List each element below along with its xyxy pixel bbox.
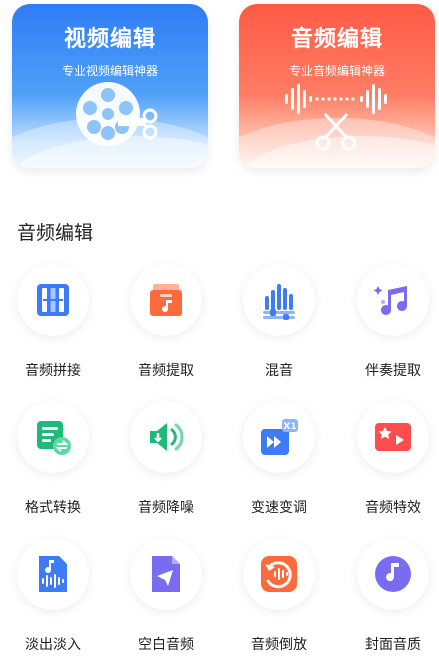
film-reel-scissors-icon: [12, 80, 208, 160]
tool-label: 音频特效: [365, 500, 421, 516]
tool-label: 音频提取: [138, 363, 194, 379]
tool-icon-circle: [357, 538, 429, 610]
tool-label: 音频降噪: [138, 500, 194, 516]
tool-format-convert[interactable]: 格式转换: [3, 401, 103, 521]
video-edit-card[interactable]: 视频编辑 专业视频编辑神器: [12, 4, 208, 168]
tool-label: 变速变调: [251, 500, 307, 516]
tool-fade[interactable]: 淡出淡入: [3, 538, 103, 658]
denoise-icon: [150, 423, 184, 451]
accompaniment-icon: [373, 286, 407, 315]
video-card-title: 视频编辑: [63, 27, 156, 52]
tool-label: 淡出淡入: [25, 637, 81, 653]
tool-cover-quality[interactable]: 封面音质: [343, 538, 439, 658]
speed-badge: X1: [283, 422, 296, 432]
tool-audio-denoise[interactable]: 音频降噪: [116, 401, 216, 521]
tool-label: 音频倒放: [251, 637, 307, 653]
section-title: 音频编辑: [17, 222, 94, 244]
tool-icon-circle: [243, 264, 315, 336]
audio-edit-card[interactable]: 音频编辑 专业音频编辑神器: [239, 4, 435, 168]
tool-icon-circle: [130, 401, 202, 473]
tool-mix[interactable]: 混音: [229, 264, 329, 384]
tool-icon-circle: [357, 401, 429, 473]
tool-icon-circle: [17, 538, 89, 610]
tool-audio-extract[interactable]: 音频提取: [116, 264, 216, 384]
waveform-scissors-icon: [239, 80, 435, 160]
blank-audio-icon: [152, 556, 180, 592]
format-convert-icon: [37, 421, 71, 455]
splice-icon: [37, 284, 69, 316]
audio-card-title: 音频编辑: [290, 27, 383, 52]
tool-icon-circle: X1: [243, 401, 315, 473]
tool-audio-splice[interactable]: 音频拼接: [3, 264, 103, 384]
effects-icon: [375, 423, 411, 451]
tool-label: 格式转换: [25, 500, 81, 516]
fade-icon: [39, 556, 67, 592]
tool-audio-reverse[interactable]: 音频倒放: [229, 538, 329, 658]
tool-label: 空白音频: [138, 637, 194, 653]
tool-icon-circle: [130, 538, 202, 610]
tool-audio-effects[interactable]: 音频特效: [343, 401, 439, 521]
tool-icon-circle: [243, 538, 315, 610]
tool-icon-circle: [17, 264, 89, 336]
tool-label: 伴奏提取: [365, 363, 421, 379]
tool-icon-circle: [130, 264, 202, 336]
video-card-subtitle: 专业视频编辑神器: [61, 64, 158, 78]
tool-blank-audio[interactable]: 空白音频: [116, 538, 216, 658]
mix-icon: [263, 284, 295, 320]
speed-pitch-icon: X1: [261, 419, 298, 455]
tool-accompaniment-extract[interactable]: 伴奏提取: [343, 264, 439, 384]
tool-label: 封面音质: [365, 637, 421, 653]
extract-icon: [150, 284, 182, 316]
tool-speed-pitch[interactable]: X1 变速变调: [229, 401, 329, 521]
tool-icon-circle: [357, 264, 429, 336]
tool-label: 音频拼接: [25, 363, 81, 379]
tool-icon-circle: [17, 401, 89, 473]
cover-quality-icon: [375, 556, 411, 592]
reverse-icon: [261, 556, 297, 592]
audio-card-subtitle: 专业音频编辑神器: [288, 64, 385, 78]
tool-label: 混音: [265, 363, 293, 379]
